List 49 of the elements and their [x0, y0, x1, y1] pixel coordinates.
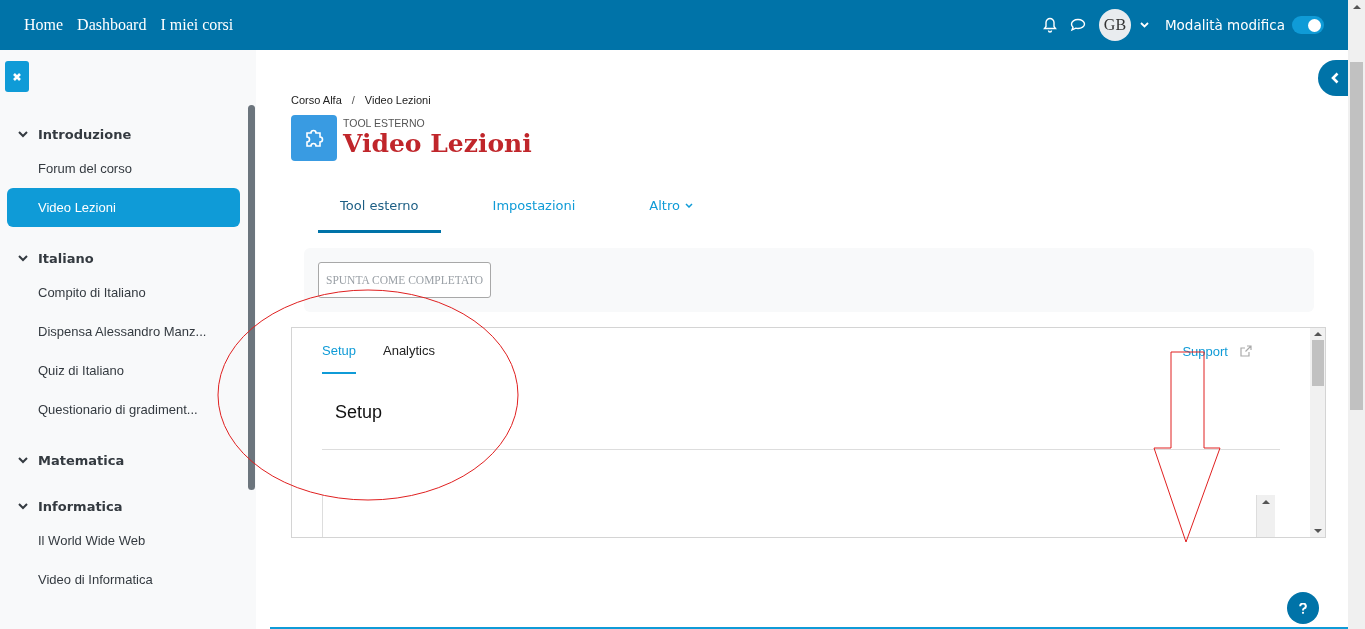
- user-avatar[interactable]: GB: [1098, 9, 1131, 41]
- nav-link[interactable]: I miei corsi: [160, 16, 234, 34]
- scrollbar-thumb[interactable]: [1350, 62, 1363, 410]
- chevron-icon[interactable]: [18, 130, 28, 138]
- close-icon[interactable]: [12, 71, 22, 82]
- activity-type-label: TOOL ESTERNO: [343, 117, 426, 129]
- section-title[interactable]: Matematica: [38, 452, 125, 468]
- section-title[interactable]: Introduzione: [38, 126, 132, 142]
- scrollbar-thumb[interactable]: [1311, 340, 1324, 386]
- caret-icon[interactable]: [684, 203, 693, 208]
- sidebar-item[interactable]: Dispensa Alessandro Manz...: [7, 312, 240, 351]
- breadcrumb-link[interactable]: Video Lezioni: [364, 94, 431, 106]
- breadcrumb-separator: /: [351, 94, 355, 106]
- section-title[interactable]: Italiano: [38, 250, 94, 266]
- sidebar-item[interactable]: Quiz di Italiano: [7, 351, 240, 390]
- section-title[interactable]: Informatica: [38, 498, 123, 514]
- page-title: Video Lezioni: [343, 129, 532, 159]
- chevron-icon[interactable]: [18, 456, 28, 464]
- sidebar-item[interactable]: Forum del corso: [7, 149, 240, 188]
- scrollbar-thumb[interactable]: [248, 105, 255, 490]
- bell-icon[interactable]: [1042, 17, 1057, 33]
- up-arrow-icon[interactable]: [1262, 499, 1270, 505]
- tab[interactable]: Analytics: [383, 328, 435, 374]
- open-drawer-button[interactable]: [1318, 60, 1348, 96]
- up-arrow-icon[interactable]: [1352, 4, 1361, 10]
- sidebar-item[interactable]: Compito di Italiano: [7, 273, 240, 312]
- question-mark-icon[interactable]: [1299, 602, 1307, 614]
- puzzle-icon: [291, 115, 337, 161]
- page-scrollbar[interactable]: [1348, 0, 1365, 629]
- chevron-icon[interactable]: [18, 502, 28, 510]
- section-heading: Setup: [322, 374, 1280, 450]
- nav-link[interactable]: Home: [24, 16, 64, 34]
- sidebar-item[interactable]: Questionario di gradiment...: [7, 390, 240, 429]
- breadcrumb-link[interactable]: Corso Alfa: [291, 94, 342, 106]
- help-button[interactable]: [1287, 592, 1319, 624]
- nav-link[interactable]: Dashboard: [77, 16, 147, 34]
- up-arrow-icon[interactable]: [1313, 331, 1322, 337]
- tab[interactable]: Tool esterno: [318, 181, 441, 233]
- edit-mode-label: Modalità modifica: [1164, 17, 1285, 33]
- close-drawer-button[interactable]: [5, 61, 29, 92]
- sidebar-item[interactable]: Il World Wide Web: [7, 521, 240, 560]
- inner-scrollbar[interactable]: [1256, 495, 1275, 537]
- speech-bubble-icon[interactable]: [1069, 18, 1086, 32]
- down-arrow-icon[interactable]: [1313, 528, 1322, 534]
- sidebar-item[interactable]: Video di Informatica: [7, 560, 240, 599]
- edit-mode-toggle[interactable]: [1292, 16, 1324, 34]
- chevron-icon[interactable]: [18, 254, 28, 262]
- frame-scrollbar[interactable]: [1310, 328, 1325, 537]
- chevron-left-icon[interactable]: [1330, 72, 1340, 84]
